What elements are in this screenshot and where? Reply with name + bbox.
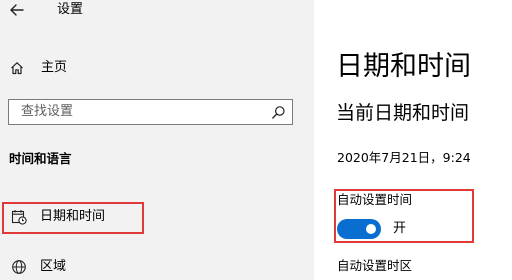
home-icon [11,62,23,75]
sidebar-section-header: 时间和语言 [9,151,72,166]
back-button[interactable] [6,0,28,20]
back-arrow-icon [10,4,24,16]
globe-icon [12,260,26,274]
sidebar-item-home[interactable]: 主页 [0,56,314,80]
highlight-box-nav [2,202,144,234]
window-title: 设置 [57,2,84,17]
section-title: 当前日期和时间 [336,102,470,124]
sidebar: 设置 主页 查找设置 时间和语言 日期和时间 区域 [0,0,314,280]
search-placeholder: 查找设置 [21,104,74,119]
search-icon [272,106,285,119]
page-title: 日期和时间 [336,51,471,82]
search-input[interactable]: 查找设置 [8,99,293,125]
auto-timezone-label: 自动设置时区 [337,258,413,273]
settings-window: 设置 主页 查找设置 时间和语言 日期和时间 区域 日期和时间 当前日期和时间 … [0,0,512,280]
main-content: 日期和时间 当前日期和时间 2020年7月21日，9:24 自动设置时间 开 自… [314,0,512,280]
sidebar-item-label: 主页 [41,60,68,75]
highlight-box-toggle [334,189,474,243]
sidebar-item-region[interactable]: 区域 [0,252,314,280]
current-datetime-text: 2020年7月21日，9:24 [337,150,471,165]
sidebar-item-label: 区域 [40,259,67,274]
